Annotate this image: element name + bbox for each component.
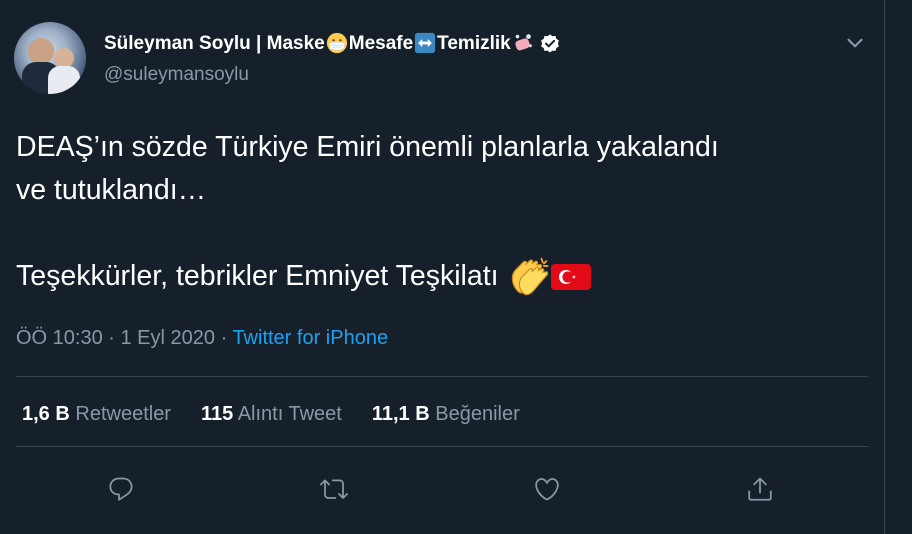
chevron-down-icon[interactable]	[842, 30, 868, 56]
clapping-hands-icon	[512, 258, 549, 296]
author-name-row[interactable]: Süleyman Soylu | Maske Mesafe Temizlik	[104, 32, 561, 55]
verified-badge-icon	[540, 34, 559, 53]
mask-face-icon	[326, 32, 347, 54]
likes-stat[interactable]: 11,1 B Beğeniler	[372, 403, 520, 426]
column-border	[884, 0, 885, 534]
share-icon	[748, 477, 772, 501]
left-right-arrow-icon	[415, 32, 436, 54]
retweet-icon	[320, 479, 348, 499]
tweet-metadata: ÖÖ 10:30 · 1 Eyl 2020 · Twitter for iPho…	[16, 327, 388, 350]
tweet-line-3: Teşekkürler, tebrikler Emniyet Teşkilatı	[16, 260, 507, 292]
display-name-part3[interactable]: Temizlik	[437, 33, 511, 55]
tweet-time[interactable]: ÖÖ 10:30	[16, 327, 103, 349]
engagement-stats: 1,6 B Retweetler 115 Alıntı Tweet 11,1 B…	[22, 403, 550, 426]
tweet-source-link[interactable]: Twitter for iPhone	[232, 327, 388, 349]
tweet-line-1: DEAŞ’ın sözde Türkiye Emiri önemli planl…	[16, 131, 719, 163]
reply-button[interactable]	[106, 474, 136, 504]
retweet-button[interactable]	[319, 474, 349, 504]
retweets-count: 1,6 B	[22, 403, 70, 425]
display-name-part1[interactable]: Süleyman Soylu | Maske	[104, 33, 325, 55]
quote-tweets-count: 115	[200, 403, 234, 425]
divider	[16, 376, 868, 377]
likes-label: Beğeniler	[435, 403, 520, 425]
share-button[interactable]	[745, 474, 775, 504]
divider	[16, 446, 868, 447]
like-button[interactable]	[532, 474, 562, 504]
tweet-line-2: ve tutuklandı…	[16, 174, 207, 206]
tweet-date[interactable]: 1 Eyl 2020	[121, 327, 216, 349]
soap-icon	[515, 34, 532, 51]
tweet-card: Süleyman Soylu | Maske Mesafe Temizlik @…	[0, 0, 880, 534]
heart-icon	[535, 478, 559, 501]
retweets-stat[interactable]: 1,6 B Retweetler	[22, 403, 171, 426]
quote-tweets-label: Alıntı Tweet	[237, 403, 342, 425]
meta-separator: ·	[215, 327, 233, 349]
turkey-flag-icon	[551, 264, 592, 291]
likes-count: 11,1 B	[371, 403, 430, 425]
display-name-part2[interactable]: Mesafe	[349, 33, 413, 55]
avatar[interactable]	[14, 22, 86, 94]
author-handle[interactable]: @suleymansoylu	[104, 64, 249, 86]
retweets-label: Retweetler	[75, 403, 171, 425]
reply-icon	[109, 477, 133, 501]
quote-tweets-stat[interactable]: 115 Alıntı Tweet	[201, 403, 342, 426]
tweet-text: DEAŞ’ın sözde Türkiye Emiri önemli planl…	[16, 126, 866, 299]
meta-separator: ·	[102, 327, 121, 349]
